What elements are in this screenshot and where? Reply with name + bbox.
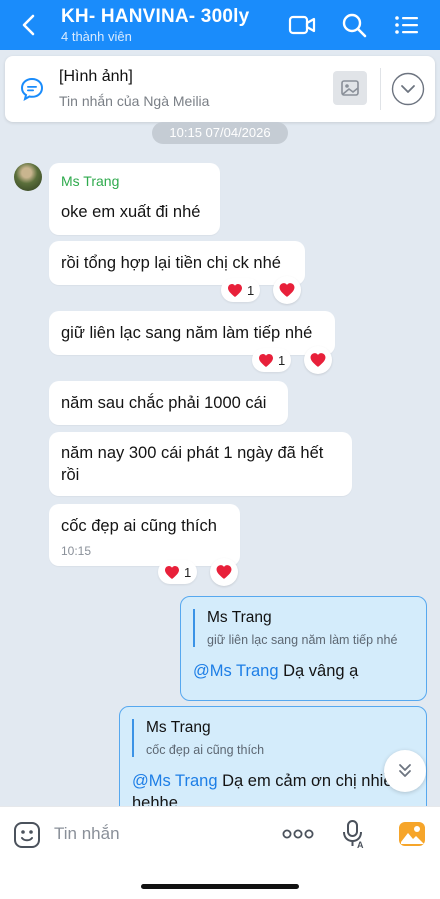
member-count: 4 thành viên (61, 29, 132, 44)
reaction-summary[interactable]: 1 (158, 560, 198, 584)
quoted-text: cốc đẹp ai cũng thích (146, 743, 265, 757)
outgoing-message[interactable]: Ms Trang cốc đẹp ai cũng thích @Ms Trang… (119, 706, 427, 806)
message-text: rồi tổng hợp lại tiền chị ck nhé (61, 254, 281, 272)
scroll-to-bottom-button[interactable] (384, 750, 426, 792)
message-text: giữ liên lạc sang năm làm tiếp nhé (61, 324, 313, 342)
date-separator: 10:15 07/04/2026 (152, 122, 288, 144)
reaction-summary[interactable]: 1 (221, 278, 261, 302)
chevron-down-icon[interactable] (391, 72, 425, 106)
mention[interactable]: @Ms Trang (193, 662, 279, 680)
quoted-sender: Ms Trang (207, 609, 272, 626)
message-bubble[interactable]: Ms Trang oke em xuất đi nhé (49, 163, 220, 235)
quoted-sender: Ms Trang (146, 719, 211, 736)
message-text: năm sau chắc phải 1000 cái (61, 394, 267, 412)
message-bubble[interactable]: giữ liên lạc sang năm làm tiếp nhé (49, 311, 335, 355)
outgoing-message[interactable]: Ms Trang giữ liên lạc sang năm làm tiếp … (180, 596, 427, 701)
svg-text:A: A (357, 840, 364, 849)
reaction-count: 1 (247, 282, 255, 298)
home-indicator (141, 884, 299, 889)
react-button[interactable] (304, 346, 332, 374)
mention[interactable]: @Ms Trang (132, 772, 218, 790)
pinned-message-bar[interactable]: [Hình ảnh] Tin nhắn của Ngà Meilia (5, 56, 435, 122)
heart-icon (228, 283, 242, 297)
video-call-icon[interactable] (288, 11, 316, 39)
menu-list-icon[interactable] (393, 11, 421, 39)
voice-to-text-icon[interactable]: A (340, 819, 366, 849)
pinned-divider (380, 68, 381, 110)
message-text: năm nay 300 cái phát 1 ngày đã hết rồi (61, 444, 324, 484)
message-bubble[interactable]: rồi tổng hợp lại tiền chị ck nhé (49, 241, 305, 285)
heart-icon (259, 353, 273, 367)
message-bubble[interactable]: năm nay 300 cái phát 1 ngày đã hết rồi (49, 432, 352, 496)
heart-icon (310, 353, 326, 367)
heart-icon (279, 283, 295, 297)
message-text: oke em xuất đi nhé (61, 203, 201, 221)
reaction-summary[interactable]: 1 (252, 348, 292, 372)
reply-text: Dạ em cảm ơn chị nhiều (217, 772, 402, 790)
image-placeholder-icon (341, 80, 359, 96)
pinned-title: [Hình ảnh] (59, 68, 133, 85)
reaction-count: 1 (278, 352, 286, 368)
sticker-emoji-icon[interactable] (13, 821, 41, 849)
image-thumbnail[interactable] (333, 71, 367, 105)
message-bubble[interactable]: cốc đẹp ai cũng thích 10:15 (49, 504, 240, 566)
react-button[interactable] (210, 558, 238, 586)
message-bubble[interactable]: năm sau chắc phải 1000 cái (49, 381, 288, 425)
message-text: cốc đẹp ai cũng thích (61, 517, 217, 535)
react-button[interactable] (273, 276, 301, 304)
message-text: @Ms Trang Dạ em cảm ơn chị nhiều (132, 770, 402, 792)
chat-bubble-icon (20, 77, 44, 101)
back-arrow-icon[interactable] (18, 12, 42, 38)
avatar[interactable] (14, 163, 42, 191)
reply-text: Dạ vâng ạ (278, 662, 359, 680)
sender-name[interactable]: Ms Trang (61, 173, 119, 189)
group-title[interactable]: KH- HANVINA- 300ly (61, 6, 249, 28)
message-text: @Ms Trang Dạ vâng ạ (193, 660, 358, 682)
double-chevron-down-icon (399, 764, 411, 777)
message-clip-area: Ms Trang cốc đẹp ai cũng thích @Ms Trang… (0, 706, 440, 806)
pinned-subtitle: Tin nhắn của Ngà Meilia (59, 93, 210, 109)
heart-icon (216, 565, 232, 579)
more-options-icon[interactable] (282, 827, 314, 841)
heart-icon (165, 565, 179, 579)
message-input[interactable]: Tin nhắn (54, 824, 120, 844)
reaction-count: 1 (184, 564, 192, 580)
chat-header: KH- HANVINA- 300ly 4 thành viên (0, 0, 440, 50)
message-text-line2: hehhe (132, 794, 178, 806)
gallery-image-icon[interactable] (398, 820, 426, 848)
quoted-message[interactable]: Ms Trang giữ liên lạc sang năm làm tiếp … (193, 609, 397, 647)
quoted-message[interactable]: Ms Trang cốc đẹp ai cũng thích (132, 719, 264, 757)
message-time: 10:15 (61, 544, 92, 558)
search-icon[interactable] (340, 11, 368, 39)
quoted-text: giữ liên lạc sang năm làm tiếp nhé (207, 633, 398, 647)
